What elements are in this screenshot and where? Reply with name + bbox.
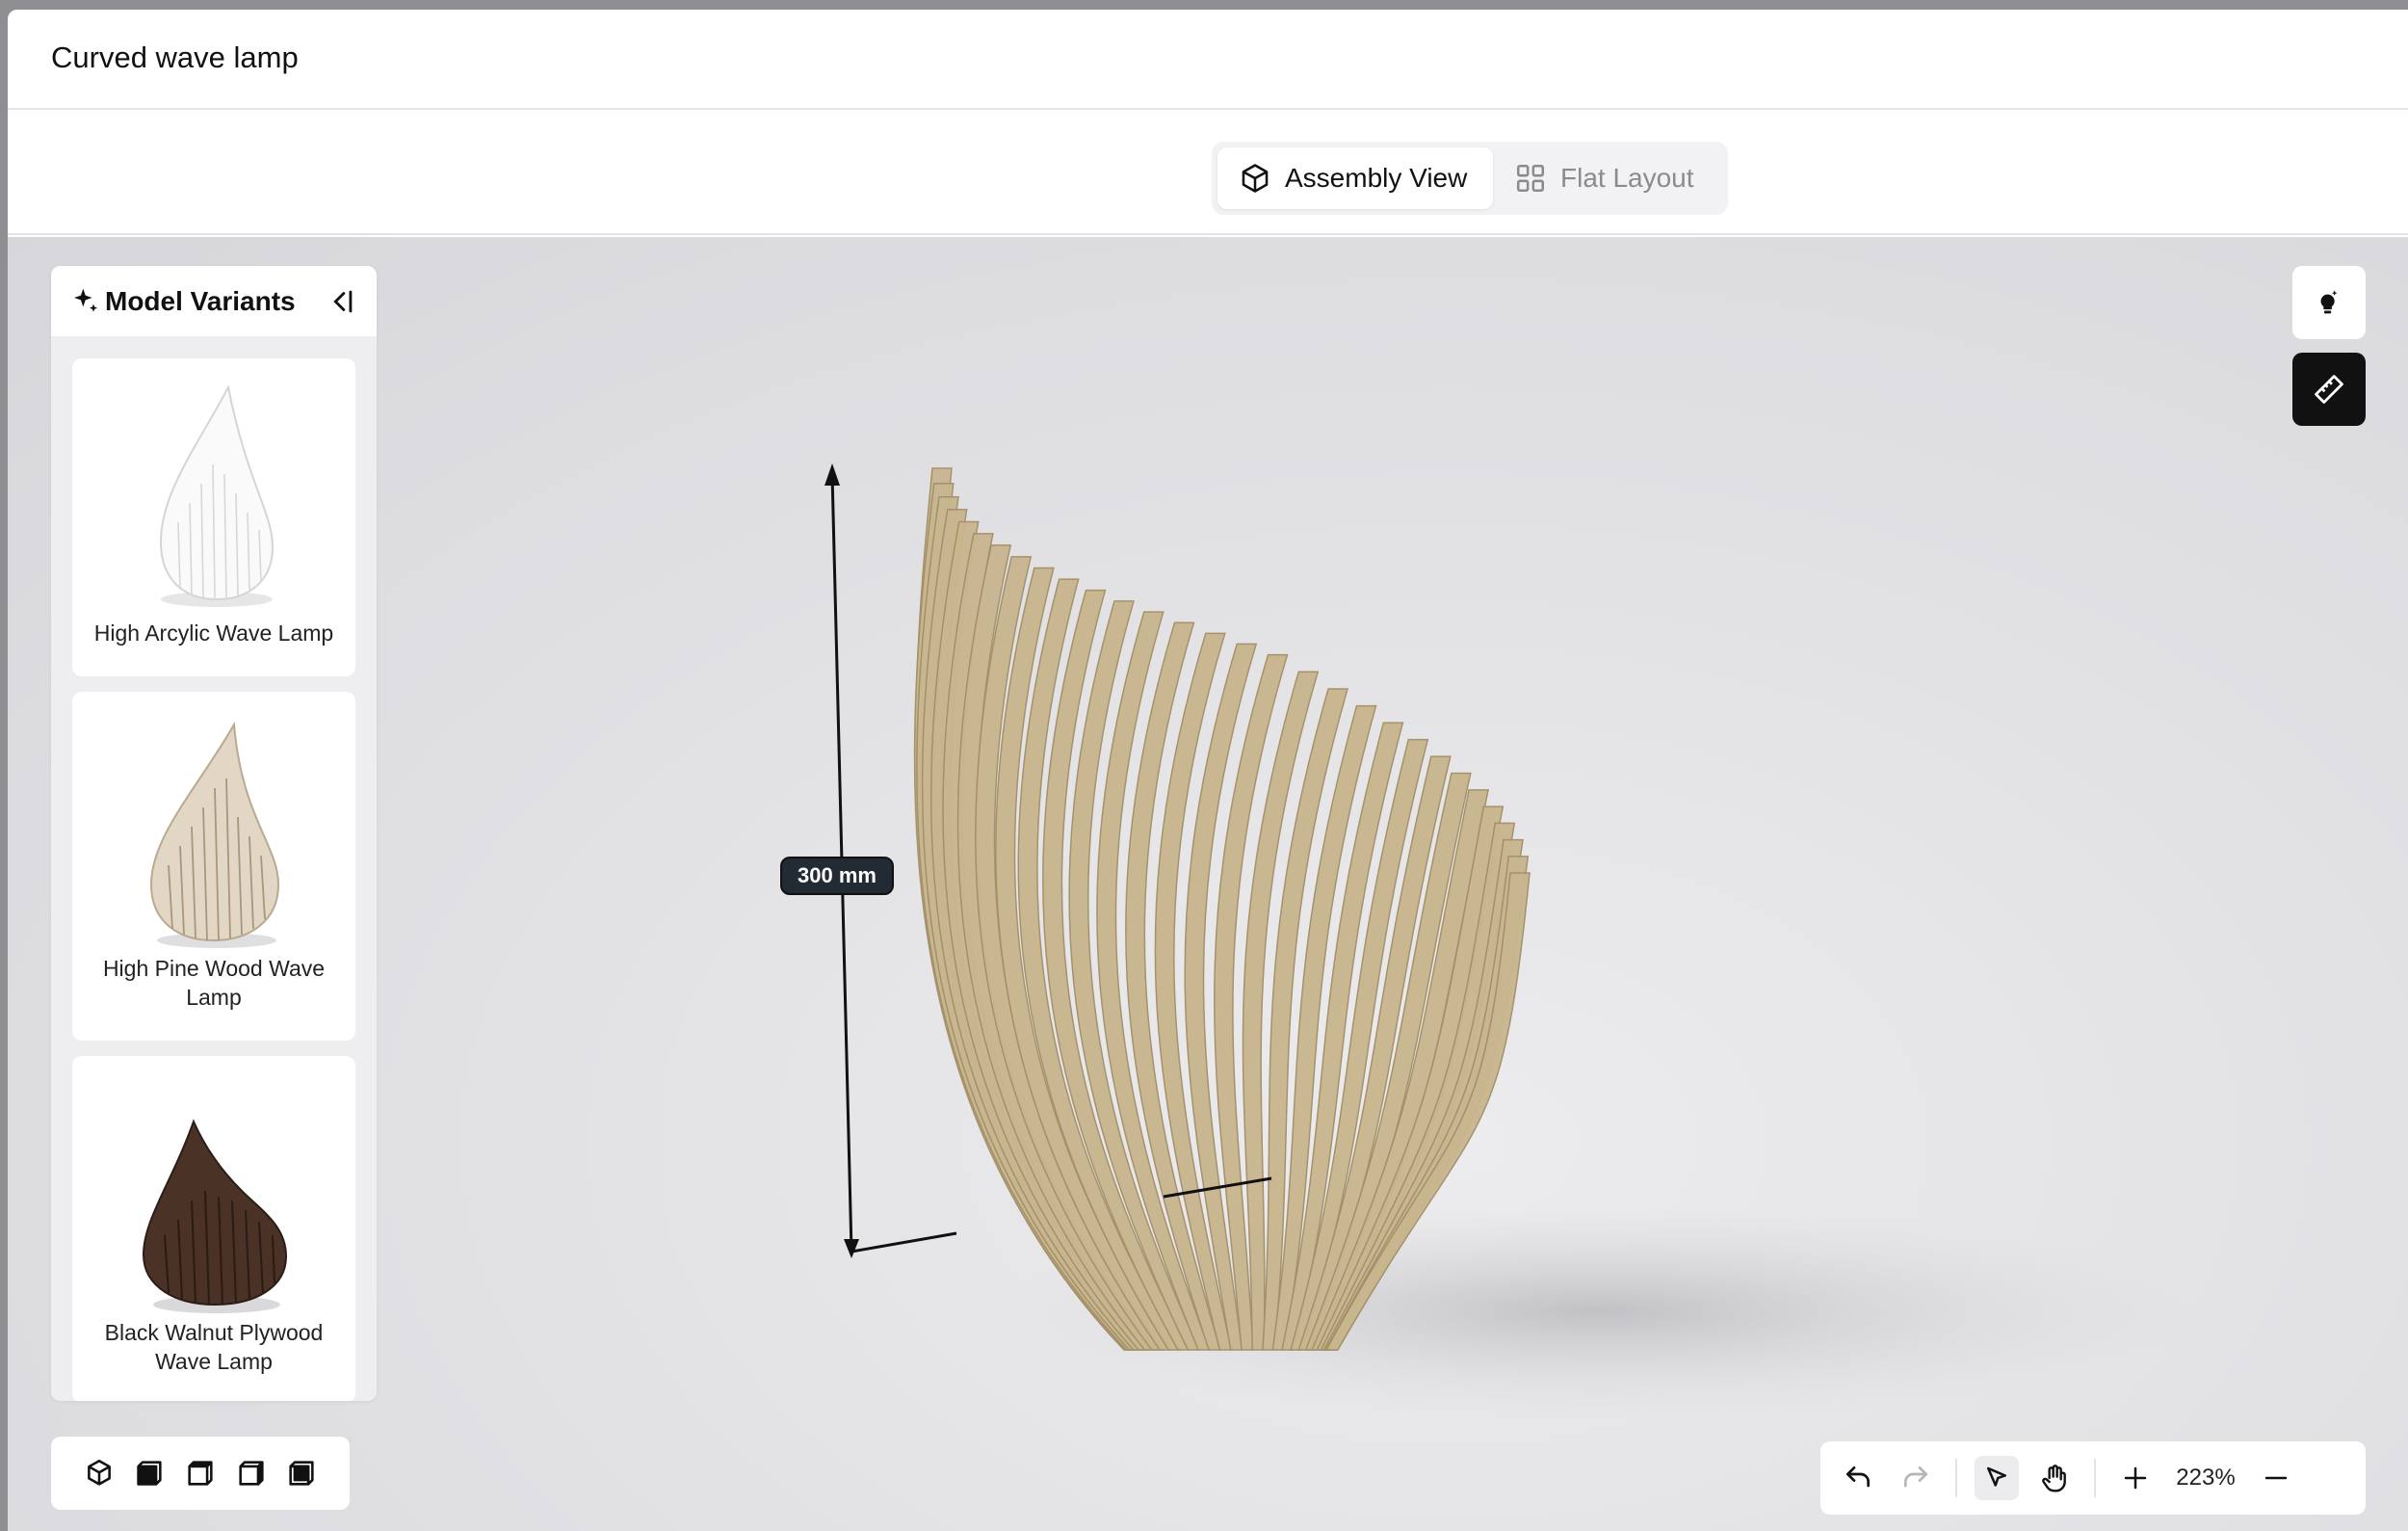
- assembly-view-tab[interactable]: Assembly View: [1217, 147, 1493, 209]
- toolbar-divider: [1955, 1459, 1957, 1497]
- pine-lamp-thumbnail: [149, 721, 280, 948]
- variant-label: Black Walnut Plywood Wave Lamp: [104, 1320, 324, 1374]
- measure-button[interactable]: [2292, 353, 2366, 426]
- pan-tool-button[interactable]: [2032, 1456, 2077, 1500]
- ruler-icon: [2315, 375, 2343, 404]
- collapse-panel-icon[interactable]: [325, 285, 357, 318]
- view-mode-toggle: Assembly View Flat Layout: [1212, 142, 1728, 215]
- zoom-out-button[interactable]: [2254, 1456, 2298, 1500]
- lighting-icon: [2320, 290, 2338, 314]
- right-view-icon[interactable]: [235, 1457, 268, 1490]
- variant-card-walnut[interactable]: Black Walnut Plywood Wave Lamp: [72, 1056, 355, 1401]
- pan-icon: [2042, 1465, 2066, 1492]
- top-view-icon[interactable]: [184, 1457, 217, 1490]
- variant-label: High Arcylic Wave Lamp: [93, 620, 334, 646]
- app-window: Curved wave lamp Assembly View Flat Layo…: [8, 10, 2408, 1531]
- panel-title: Model Variants: [105, 285, 296, 316]
- canvas-toolbar: 223%: [1820, 1441, 2366, 1515]
- select-tool-button[interactable]: [1975, 1456, 2019, 1500]
- redo-button[interactable]: [1894, 1456, 1938, 1500]
- view-orientation-bar: [51, 1437, 350, 1510]
- zoom-level: 223%: [2176, 1465, 2236, 1491]
- toolbar-divider: [2094, 1459, 2096, 1497]
- 3d-viewport[interactable]: 300 mm Model Variants High Arcylic Wave …: [8, 237, 2408, 1531]
- acrylic-lamp-thumbnail: [159, 384, 275, 607]
- sparkle-icon: [74, 288, 97, 312]
- flat-layout-label: Flat Layout: [1560, 163, 1694, 193]
- iso-view-icon[interactable]: [83, 1457, 116, 1490]
- view-toolbar: Assembly View Flat Layout: [8, 112, 2408, 235]
- select-icon: [1987, 1466, 2006, 1487]
- left-view-icon[interactable]: [285, 1457, 318, 1490]
- walnut-lamp-thumbnail: [142, 1119, 288, 1313]
- grid-icon: [1516, 164, 1545, 193]
- zoom-out-icon: [2264, 1476, 2288, 1480]
- title-bar: Curved wave lamp: [8, 10, 2408, 110]
- flat-layout-tab[interactable]: Flat Layout: [1493, 147, 1715, 209]
- page-title: Curved wave lamp: [51, 40, 299, 74]
- assembly-view-label: Assembly View: [1285, 163, 1468, 193]
- undo-icon: [1846, 1466, 1870, 1488]
- variant-label: High Pine Wood Wave Lamp: [102, 956, 326, 1010]
- zoom-in-icon: [2124, 1466, 2147, 1490]
- lighting-button[interactable]: [2292, 266, 2366, 339]
- variant-card-pine[interactable]: High Pine Wood Wave Lamp: [72, 692, 355, 1041]
- undo-button[interactable]: [1836, 1456, 1880, 1500]
- side-tools: [2292, 266, 2366, 439]
- panel-header: Model Variants: [51, 266, 377, 337]
- variants-list: High Arcylic Wave Lamp High Pine Wood Wa…: [51, 337, 377, 1401]
- redo-icon: [1904, 1466, 1927, 1488]
- cube-icon: [1242, 164, 1269, 193]
- model-variants-panel: Model Variants High Arcylic Wave Lamp Hi…: [51, 266, 377, 1401]
- variant-card-acrylic[interactable]: High Arcylic Wave Lamp: [72, 358, 355, 676]
- dimension-label: 300 mm: [780, 857, 894, 895]
- front-view-icon[interactable]: [133, 1457, 166, 1490]
- zoom-in-button[interactable]: [2113, 1456, 2158, 1500]
